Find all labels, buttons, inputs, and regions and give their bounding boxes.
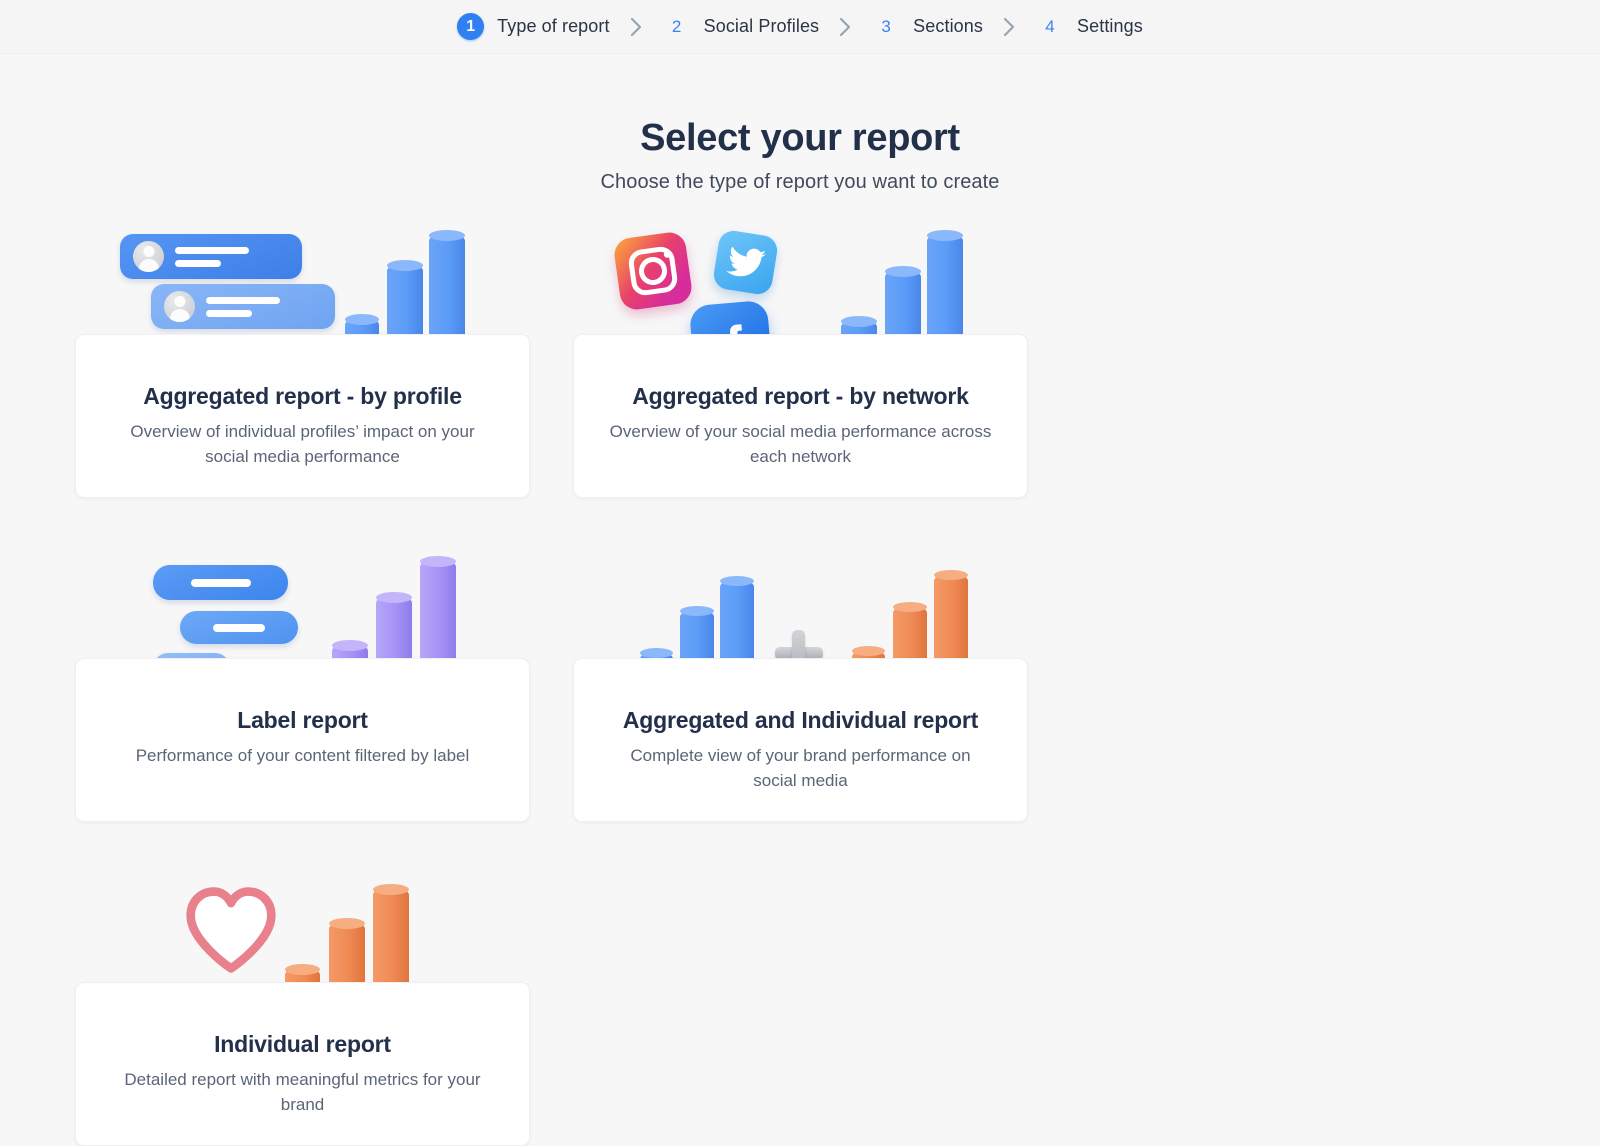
step-3-number: 3 [881,16,891,36]
profile-text-lines [175,246,249,267]
step-2-label: Social Profiles [703,16,820,36]
card-description: Performance of your content filtered by … [135,746,470,765]
report-card-aggregated-by-network-wrapper: Aggregated report - by network Overview … [573,217,1028,498]
card-description: Overview of your social media performanc… [609,422,992,466]
report-type-card-grid: Aggregated report - by profile Overview … [75,217,1525,1146]
card-title: Label report [237,707,368,733]
report-card-aggregated-and-individual-wrapper: Aggregated and Individual report Complet… [573,541,1028,822]
card-description: Overview of individual profiles’ impact … [130,422,475,466]
profile-row-secondary [151,284,335,329]
step-4-label: Settings [1077,16,1143,36]
card-title: Individual report [214,1031,391,1057]
report-card-aggregated-by-network[interactable]: Aggregated report - by network Overview … [573,334,1028,498]
step-2-number: 2 [671,16,682,36]
report-card-label-report[interactable]: Label report Performance of your content… [75,658,530,822]
page-title: Select your report [640,117,960,159]
avatar-icon [133,241,164,272]
report-card-aggregated-by-profile[interactable]: Aggregated report - by profile Overview … [75,334,530,498]
page-subtitle: Choose the type of report you want to cr… [600,171,1000,193]
report-wizard-stepper: 1 Type of report 2 Social Profiles 3 Sec… [0,0,1600,54]
card-title: Aggregated report - by profile [143,383,462,409]
heart-icon [183,883,279,975]
chevron-right-icon [1003,17,1016,37]
card-title: Aggregated report - by network [632,383,969,409]
report-card-aggregated-and-individual[interactable]: Aggregated and Individual report Complet… [573,658,1028,822]
avatar-icon [164,291,195,322]
card-description: Complete view of your brand performance … [630,746,971,790]
step-4-settings[interactable]: 4 Settings [1036,16,1143,37]
report-card-individual-report[interactable]: Individual report Detailed report with m… [75,982,530,1146]
profile-text-lines [206,296,280,317]
step-1-number: 1 [457,13,485,40]
twitter-icon [711,228,780,297]
card-description: Detailed report with meaningful metrics … [124,1070,481,1114]
label-pill-large [153,565,288,600]
profile-row-primary [120,234,302,279]
step-1-label: Type of report [497,16,610,36]
chevron-right-icon [839,17,852,37]
report-card-aggregated-by-profile-wrapper: Aggregated report - by profile Overview … [75,217,530,498]
step-2-social-profiles[interactable]: 2 Social Profiles [663,16,820,37]
page-header: Select your report Choose the type of re… [0,117,1600,194]
step-3-sections[interactable]: 3 Sections [872,16,983,37]
report-card-individual-report-wrapper: Individual report Detailed report with m… [75,865,530,1146]
instagram-icon [612,230,694,312]
card-title: Aggregated and Individual report [622,707,979,733]
step-4-number: 4 [1045,16,1055,36]
chevron-right-icon [630,17,643,37]
report-card-label-report-wrapper: Label report Performance of your content… [75,541,530,822]
label-pill-medium [180,611,298,644]
step-1-type-of-report[interactable]: 1 Type of report [457,13,610,40]
step-3-label: Sections [913,16,983,36]
